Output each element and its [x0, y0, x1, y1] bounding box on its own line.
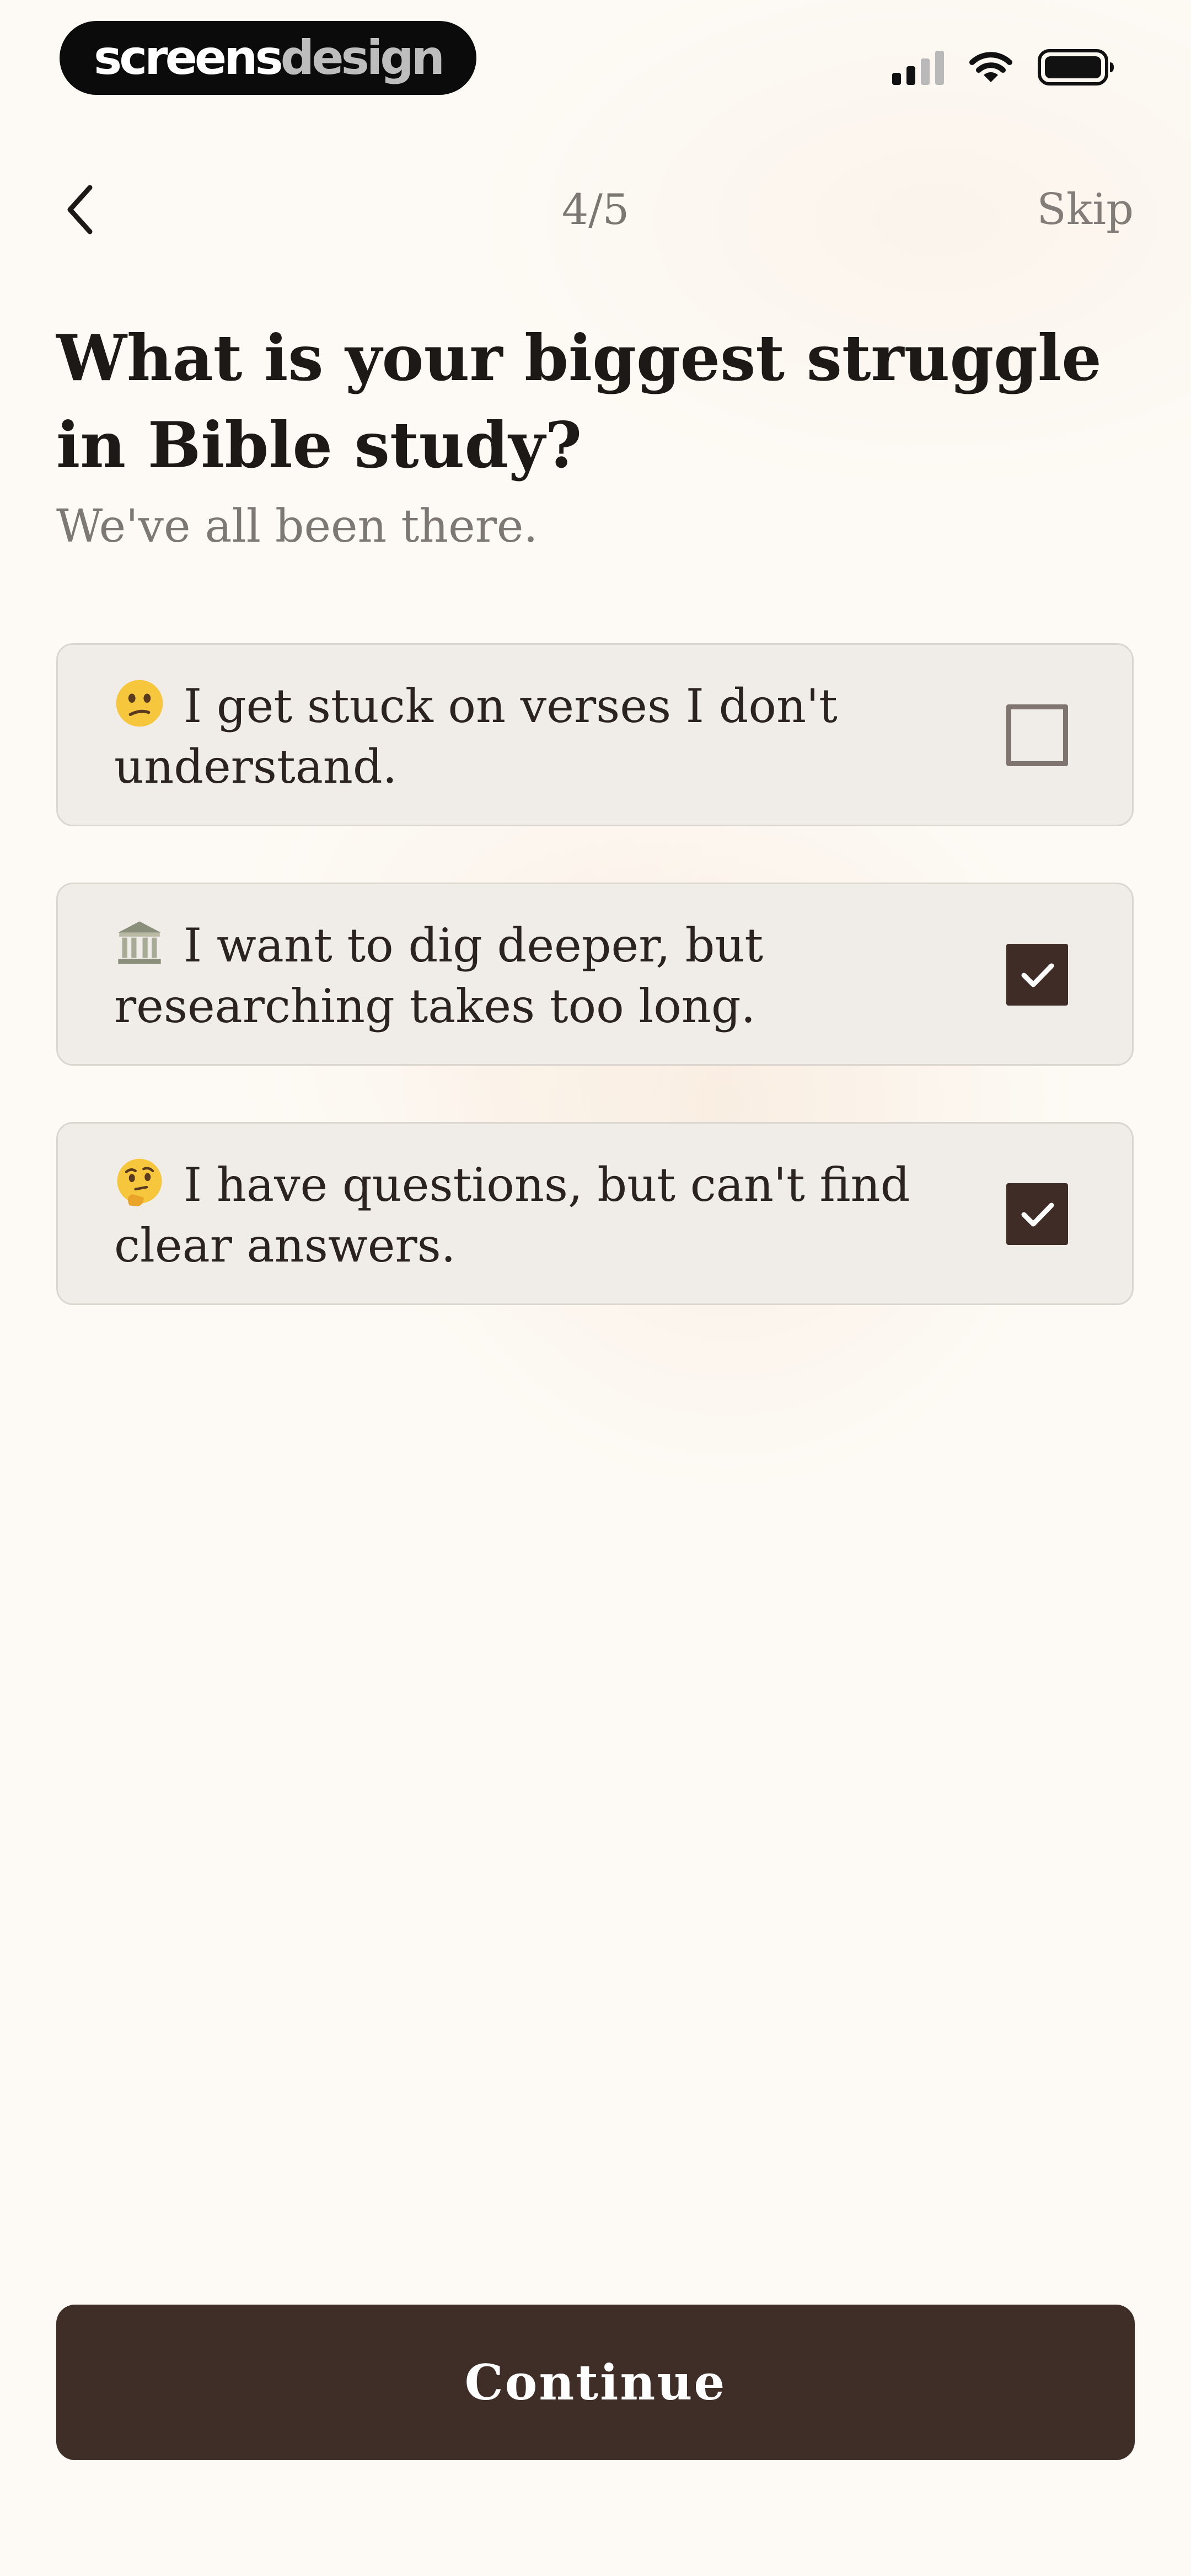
option-label: I get stuck on verses I don't understand… — [114, 679, 838, 794]
checkmark-icon — [1021, 963, 1054, 987]
confused-face-icon — [116, 680, 163, 727]
skip-button[interactable]: Skip — [1037, 175, 1134, 244]
continue-button[interactable]: Continue — [56, 2305, 1135, 2460]
option-label: I have questions, but can't find clear a… — [114, 1158, 910, 1273]
option-questions-answers[interactable]: I have questions, but can't find clear a… — [56, 1122, 1134, 1305]
cellular-signal-icon — [892, 50, 944, 85]
checkbox-checked[interactable] — [1006, 1183, 1068, 1245]
logo-text-design: design — [280, 30, 445, 85]
option-label: I want to dig deeper, but researching ta… — [114, 918, 764, 1033]
battery-icon — [1038, 49, 1114, 85]
step-progress: 4/5 — [561, 185, 630, 234]
chevron-left-icon — [67, 185, 93, 234]
option-dig-deeper[interactable]: I want to dig deeper, but researching ta… — [56, 883, 1134, 1066]
back-button[interactable] — [55, 175, 105, 244]
thinking-face-icon — [117, 1158, 162, 1207]
question-title: What is your biggest struggle in Bible s… — [56, 321, 1102, 482]
status-bar-icons — [892, 45, 1115, 89]
checkbox-checked[interactable] — [1006, 944, 1068, 1006]
screensdesign-logo: screens design — [60, 21, 476, 95]
logo-text-screens: screens — [94, 30, 283, 85]
wifi-icon — [969, 52, 1012, 82]
checkbox-unchecked[interactable] — [1006, 704, 1068, 766]
checkmark-icon — [1021, 1203, 1054, 1227]
option-stuck-on-verses[interactable]: I get stuck on verses I don't understand… — [56, 643, 1134, 826]
classical-building-icon — [118, 921, 161, 964]
question-subtitle: We've all been there. — [56, 500, 538, 553]
